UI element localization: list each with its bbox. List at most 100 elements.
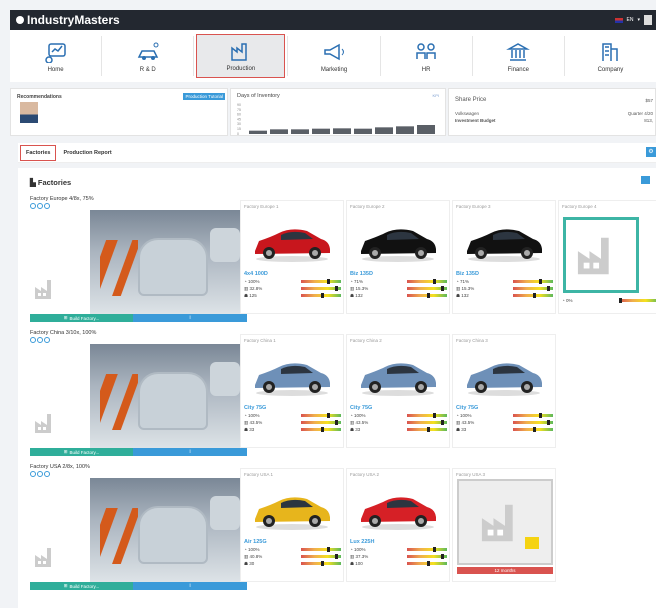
empty-factory-slot[interactable] xyxy=(563,217,639,293)
panel-settings-icon[interactable] xyxy=(641,176,650,184)
workers-stat: ☗ 33 xyxy=(244,427,255,432)
factory-slot[interactable]: Factory China 3 City 75G ◔ 100% ▥ 43.5% ☗ 33 xyxy=(452,334,556,448)
market-share-stat: ▥ 32.8% xyxy=(244,286,263,291)
workers-stat: ☗ 30 xyxy=(244,561,255,566)
utilization-value: 71% xyxy=(353,279,363,284)
car-image xyxy=(467,363,542,396)
performance-gauge xyxy=(407,554,447,559)
performance-gauge xyxy=(301,561,341,566)
performance-gauge xyxy=(407,420,447,425)
status-icon xyxy=(30,471,36,477)
status-icon xyxy=(37,203,43,209)
y-tick-label: 90 xyxy=(237,103,241,107)
workers-stat: ☗ 33 xyxy=(350,427,361,432)
performance-gauge xyxy=(301,420,341,425)
build-factory-button[interactable]: ⊞ Build Factory... xyxy=(30,582,133,590)
city-factory-info: Factory Europe 4/8x, 75% xyxy=(30,196,94,202)
factory-slot[interactable]: Factory China 1 City 75G ◔ 100% ▥ 43.5% ☗ 33 xyxy=(240,334,344,448)
factory-icon xyxy=(577,237,609,275)
workers-value: 125 xyxy=(249,293,257,298)
market-share-value: 43.5% xyxy=(249,420,263,425)
share-price-card: Share Price $57 Volkswagen Quarter 4/20 … xyxy=(448,88,656,136)
utilization-value: 100% xyxy=(459,413,472,418)
nav-divider xyxy=(193,36,195,76)
investment-budget-label: Investment Budget xyxy=(455,118,496,123)
recommendations-card: Recommendations Production Tutorial xyxy=(10,88,228,136)
factory-icon xyxy=(34,278,60,302)
utilization-value: 100% xyxy=(353,413,366,418)
investment-budget-value: 813, xyxy=(644,118,653,123)
nav-item-company[interactable]: Company xyxy=(567,34,654,78)
status-icon xyxy=(44,471,50,477)
car-image xyxy=(361,497,436,530)
factory-slot[interactable]: Factory USA 2 Lux 225H ◔ 100% ▥ 37.3% ☗ 100 xyxy=(346,468,450,582)
factory-slot[interactable]: Factory Europe 4 ◔ 0% xyxy=(558,200,656,314)
kpi-toggle[interactable]: KPI xyxy=(433,93,439,98)
language-selector[interactable]: EN ▾ xyxy=(614,15,652,25)
recommendations-title: Recommendations xyxy=(17,94,62,100)
nav-divider xyxy=(287,36,289,76)
avatar[interactable] xyxy=(644,15,652,25)
inventory-bar xyxy=(270,129,288,134)
info-button[interactable]: i xyxy=(133,314,247,322)
build-factory-label: Build Factory... xyxy=(69,449,100,455)
factory-slot[interactable]: Factory Europe 2 Biz 135D ◔ 71% ▥ 15.3% ☗ 13… xyxy=(346,200,450,314)
car-model-name: City 75G xyxy=(244,405,267,411)
nav-divider xyxy=(101,36,103,76)
utilization-gauge xyxy=(619,298,656,303)
build-factory-button[interactable]: ⊞ Build Factory... xyxy=(30,448,133,456)
factory-slot-name: Factory Europe 1 xyxy=(244,204,279,209)
performance-gauge xyxy=(407,547,447,552)
car-model-name: 4x4 100D xyxy=(244,271,268,277)
factory-city-row: Factory Europe 4/8x, 75% ⊞ Build Factory..… xyxy=(18,196,656,326)
utilization-stat: ◔ 0% xyxy=(562,298,573,303)
factory-slot[interactable]: Factory Europe 1 4x4 100D ◔ 100% ▥ 32.8% ☗ 1… xyxy=(240,200,344,314)
performance-gauge xyxy=(513,293,553,298)
top-bar: IndustryMasters EN ▾ xyxy=(10,10,656,30)
car-image xyxy=(255,363,330,396)
utilization-value: 100% xyxy=(247,413,260,418)
nav-divider xyxy=(379,36,381,76)
utilization-stat: ◔ 100% xyxy=(244,279,260,284)
factory-city-row: Factory USA 2/8x, 100% ⊞ Build Factory... i… xyxy=(18,464,656,594)
factory-slot-name: Factory USA 3 xyxy=(456,472,486,477)
car-model-name: Biz 135D xyxy=(350,271,373,277)
factory-slot-name: Factory China 3 xyxy=(456,338,488,343)
nav-item-hr[interactable]: HR xyxy=(383,34,470,78)
factory-slot[interactable]: Factory USA 3 12 months xyxy=(452,468,556,582)
factory-slot[interactable]: Factory Europe 3 Biz 135D ◔ 71% ▥ 15.3% ☗ 13… xyxy=(452,200,556,314)
info-button[interactable]: i xyxy=(133,582,247,590)
app-logo[interactable]: IndustryMasters xyxy=(16,13,120,27)
build-factory-label: Build Factory... xyxy=(69,315,100,321)
factory-slot[interactable]: Factory USA 1 Air 125G ◔ 100% ▥ 40.8% ☗ 30 xyxy=(240,468,344,582)
assembly-line-image xyxy=(90,210,250,314)
status-icon xyxy=(30,203,36,209)
production-tutorial-button[interactable]: Production Tutorial xyxy=(183,93,225,100)
factory-slot-name: Factory Europe 2 xyxy=(350,204,385,209)
nav-label: Marketing xyxy=(320,67,348,73)
tab-production-report[interactable]: Production Report xyxy=(58,146,116,160)
city-status-icons xyxy=(30,203,50,209)
car-model-name: Air 125G xyxy=(244,539,267,545)
info-button[interactable]: i xyxy=(133,448,247,456)
utilization-value: 71% xyxy=(459,279,469,284)
nav-item-r-d[interactable]: R & D xyxy=(104,34,191,78)
nav-item-finance[interactable]: Finance xyxy=(475,34,562,78)
nav-item-home[interactable]: Home xyxy=(12,34,99,78)
city-status-icons xyxy=(30,471,50,477)
build-factory-button[interactable]: ⊞ Build Factory... xyxy=(30,314,133,322)
factory-icon xyxy=(481,504,513,542)
nav-item-production[interactable]: Production xyxy=(196,34,286,78)
workers-stat: ☗ 125 xyxy=(244,293,257,298)
performance-gauge xyxy=(513,413,553,418)
nav-item-marketing[interactable]: Marketing xyxy=(290,34,377,78)
utilization-stat: ◔ 71% xyxy=(350,279,363,284)
factory-under-construction xyxy=(457,479,553,565)
settings-icon[interactable]: ⚙ xyxy=(646,147,656,157)
days-of-inventory-card: Days of Inventory KPI 90 75 60 45 30 15 0 xyxy=(230,88,446,136)
tab-factories[interactable]: Factories xyxy=(20,144,57,161)
factory-slot[interactable]: Factory China 2 City 75G ◔ 100% ▥ 43.5% ☗ 33 xyxy=(346,334,450,448)
market-share-value: 32.8% xyxy=(249,286,263,291)
workers-value: 30 xyxy=(249,561,255,566)
performance-gauge xyxy=(301,279,341,284)
